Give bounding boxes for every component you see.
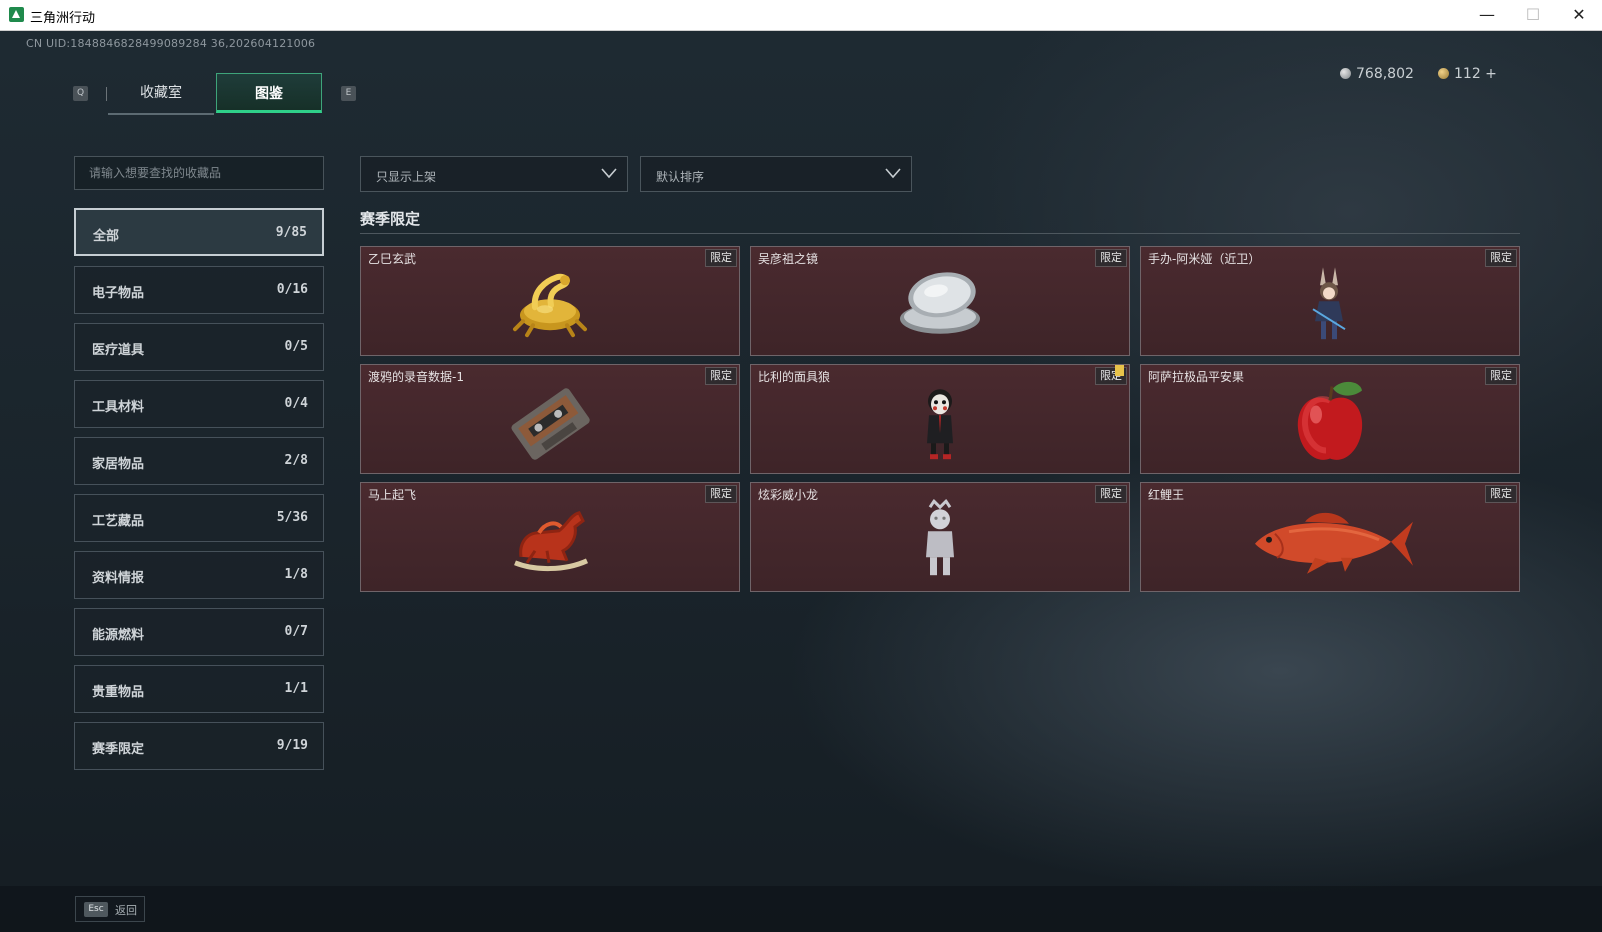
- limited-tag: 限定: [1095, 249, 1127, 267]
- category-count: 0/16: [276, 282, 308, 297]
- item-name: 红鲤王: [1148, 488, 1185, 502]
- gold-currency[interactable]: 112 +: [1438, 66, 1497, 82]
- category-label: 全部: [93, 229, 120, 244]
- item-name: 渡鸦的录音数据-1: [368, 370, 464, 384]
- category-household[interactable]: 家居物品 2/8: [74, 437, 324, 485]
- category-electronics[interactable]: 电子物品 0/16: [74, 266, 324, 314]
- category-season-limited[interactable]: 赛季限定 9/19: [74, 722, 324, 770]
- item-card[interactable]: 红鲤王 限定: [1140, 482, 1520, 592]
- item-name: 比利的面具狼: [758, 370, 831, 384]
- category-count: 0/5: [284, 339, 308, 354]
- shelf-filter-value: 只显示上架: [376, 170, 437, 184]
- category-label: 电子物品: [92, 286, 145, 301]
- tab-collection-room[interactable]: 收藏室: [108, 73, 214, 115]
- category-label: 资料情报: [92, 571, 145, 586]
- category-tools[interactable]: 工具材料 0/4: [74, 380, 324, 428]
- category-count: 1/8: [284, 567, 308, 582]
- category-medical[interactable]: 医疗道具 0/5: [74, 323, 324, 371]
- category-label: 贵重物品: [92, 685, 145, 700]
- category-count: 2/8: [284, 453, 308, 468]
- tab-codex[interactable]: 图鉴: [216, 73, 322, 113]
- gold-coin-icon: [1438, 68, 1449, 79]
- category-count: 5/36: [276, 510, 308, 525]
- chevron-down-icon: [601, 168, 617, 179]
- item-name: 马上起飞: [368, 488, 417, 502]
- item-name: 吴彦祖之镜: [758, 252, 819, 266]
- chevron-down-icon: [885, 168, 901, 179]
- category-crafts[interactable]: 工艺藏品 5/36: [74, 494, 324, 542]
- sort-dropdown[interactable]: 默认排序: [640, 156, 912, 192]
- silver-figure-icon: [926, 499, 954, 576]
- silver-amount: 768,802: [1356, 66, 1414, 82]
- category-count: 0/7: [284, 624, 308, 639]
- category-label: 赛季限定: [92, 742, 145, 757]
- bottom-bar: Esc 返回: [0, 886, 1602, 932]
- section-title: 赛季限定: [360, 210, 421, 228]
- category-count: 9/19: [276, 738, 308, 753]
- limited-tag: 限定: [705, 367, 737, 385]
- gold-amount: 112 +: [1454, 66, 1497, 82]
- amiya-figure-icon: [1312, 267, 1346, 340]
- minimize-button[interactable]: —: [1464, 0, 1510, 30]
- limited-tag: 限定: [1485, 367, 1517, 385]
- item-card[interactable]: 吴彦祖之镜 限定: [750, 246, 1130, 356]
- category-label: 工艺藏品: [92, 514, 145, 529]
- item-card[interactable]: 手办-阿米娅（近卫） 限定: [1140, 246, 1520, 356]
- item-card[interactable]: 阿萨拉极品平安果 限定: [1140, 364, 1520, 474]
- category-label: 医疗道具: [92, 343, 145, 358]
- item-card[interactable]: 马上起飞 限定: [360, 482, 740, 592]
- category-label: 能源燃料: [92, 628, 145, 643]
- cassette-tape-icon: [511, 388, 590, 460]
- new-item-alert-icon: [1115, 365, 1124, 376]
- category-all[interactable]: 全部 9/85: [74, 208, 324, 256]
- next-tab-key-hint[interactable]: E: [341, 86, 356, 101]
- item-card[interactable]: 炫彩威小龙 限定: [750, 482, 1130, 592]
- item-name: 手办-阿米娅（近卫）: [1148, 252, 1261, 266]
- prev-tab-key-hint[interactable]: Q: [73, 86, 88, 101]
- red-apple-icon: [1297, 381, 1363, 460]
- category-count: 9/85: [275, 225, 307, 240]
- item-name: 乙巳玄武: [368, 252, 417, 266]
- uid-text: CN UID:1848846828499089284 36,2026041210…: [26, 37, 316, 50]
- item-name: 炫彩威小龙: [758, 488, 819, 502]
- sort-value: 默认排序: [656, 170, 705, 184]
- item-card[interactable]: 比利的面具狼 限定: [750, 364, 1130, 474]
- limited-tag: 限定: [1485, 485, 1517, 503]
- close-button[interactable]: ✕: [1556, 0, 1602, 30]
- item-card[interactable]: 乙巳玄武 限定: [360, 246, 740, 356]
- item-name: 阿萨拉极品平安果: [1148, 370, 1245, 384]
- shelf-filter-dropdown[interactable]: 只显示上架: [360, 156, 628, 192]
- category-intel[interactable]: 资料情报 1/8: [74, 551, 324, 599]
- tab-divider: [106, 87, 107, 101]
- search-input[interactable]: [74, 156, 324, 190]
- limited-tag: 限定: [1485, 249, 1517, 267]
- esc-key-hint: Esc: [84, 902, 108, 917]
- category-count: 0/4: [284, 396, 308, 411]
- silver-currency: 768,802: [1340, 66, 1414, 82]
- game-viewport: CN UID:1848846828499089284 36,2026041210…: [0, 31, 1602, 932]
- category-label: 家居物品: [92, 457, 145, 472]
- red-horse-statue-icon: [514, 511, 589, 572]
- back-label: 返回: [115, 904, 137, 917]
- billy-puppet-icon: [927, 389, 953, 460]
- section-divider: [360, 233, 1520, 234]
- window-title: 三角洲行动: [30, 11, 96, 26]
- limited-tag: 限定: [705, 485, 737, 503]
- back-button[interactable]: Esc 返回: [75, 896, 145, 922]
- category-energy[interactable]: 能源燃料 0/7: [74, 608, 324, 656]
- category-label: 工具材料: [92, 400, 145, 415]
- red-carp-icon: [1255, 512, 1413, 574]
- compact-mirror-icon: [900, 272, 980, 334]
- silver-coin-icon: [1340, 68, 1351, 79]
- window-titlebar: 三角洲行动 — ☐ ✕: [0, 0, 1602, 31]
- limited-tag: 限定: [1095, 485, 1127, 503]
- item-card[interactable]: 渡鸦的录音数据-1 限定: [360, 364, 740, 474]
- category-count: 1/1: [284, 681, 308, 696]
- app-logo-icon: [9, 7, 24, 22]
- maximize-button[interactable]: ☐: [1510, 0, 1556, 30]
- category-valuables[interactable]: 贵重物品 1/1: [74, 665, 324, 713]
- limited-tag: 限定: [705, 249, 737, 267]
- golden-serpent-tortoise-icon: [513, 273, 587, 338]
